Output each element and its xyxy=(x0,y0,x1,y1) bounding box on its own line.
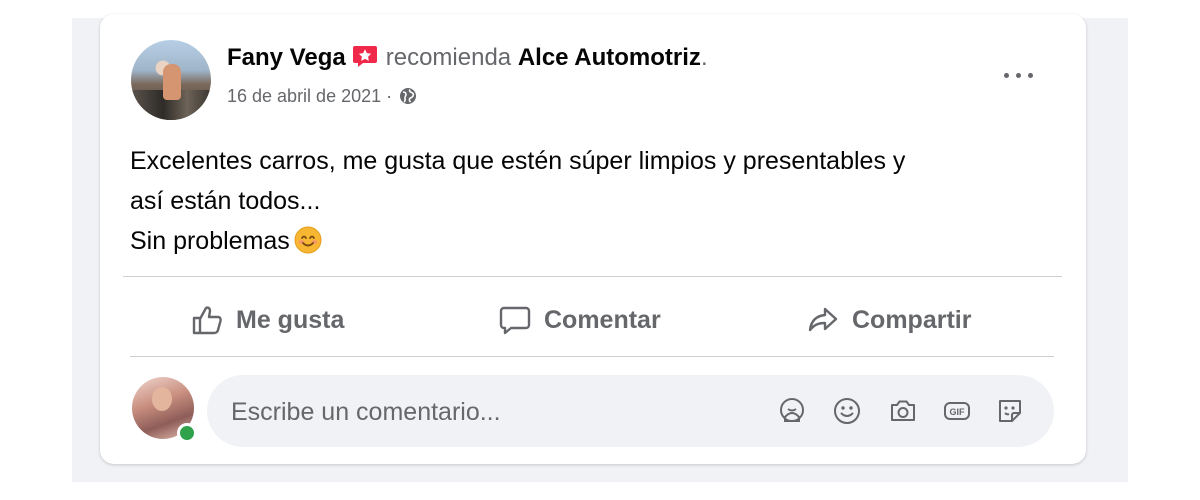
post-text-line: Excelentes carros, me gusta que estén sú… xyxy=(130,147,906,175)
divider-top xyxy=(123,276,1062,277)
avatar-sticker-icon[interactable] xyxy=(776,395,808,427)
comment-box[interactable]: GIF xyxy=(207,375,1054,449)
thumbs-up-icon xyxy=(192,306,222,335)
author-avatar[interactable] xyxy=(131,40,211,120)
svg-text:GIF: GIF xyxy=(950,407,966,417)
like-button[interactable]: Me gusta xyxy=(190,300,344,340)
comment-input[interactable] xyxy=(229,375,753,449)
post-meta: 16 de abril de 2021 · xyxy=(227,86,417,107)
recommendation-post-card: Fany Vega recomienda Alce Automotriz. 16 … xyxy=(100,14,1086,464)
divider-bottom xyxy=(130,356,1054,357)
meta-separator: · xyxy=(381,86,398,106)
more-options-button[interactable] xyxy=(995,60,1043,90)
post-header: Fany Vega recomienda Alce Automotriz. xyxy=(227,44,708,72)
share-button[interactable]: Compartir xyxy=(806,300,971,340)
post-text-line-last: Sin problemas xyxy=(130,221,1050,261)
emoji-icon[interactable] xyxy=(831,395,863,427)
gif-icon[interactable]: GIF xyxy=(941,395,973,427)
recommend-verb: recomienda xyxy=(385,44,512,71)
post-date[interactable]: 16 de abril de 2021 xyxy=(227,86,381,106)
post-text-line: Sin problemas xyxy=(130,227,290,255)
recommendation-star-icon xyxy=(352,44,378,68)
page-suffix: . xyxy=(700,44,708,71)
like-label: Me gusta xyxy=(236,305,345,334)
share-label: Compartir xyxy=(852,305,972,334)
post-text-line: así están todos... xyxy=(130,187,321,215)
page-name-link[interactable]: Alce Automotriz xyxy=(518,44,701,71)
comment-label: Comentar xyxy=(544,305,661,334)
camera-icon[interactable] xyxy=(887,395,919,427)
online-status-indicator xyxy=(177,423,197,443)
comment-bubble-icon xyxy=(499,306,531,335)
post-body: Excelentes carros, me gusta que estén sú… xyxy=(130,141,1050,261)
globe-icon[interactable] xyxy=(399,87,417,105)
comment-button[interactable]: Comentar xyxy=(498,300,661,340)
smiling-face-emoji xyxy=(294,226,322,254)
share-arrow-icon xyxy=(808,307,838,332)
author-name[interactable]: Fany Vega xyxy=(227,44,346,71)
sticker-icon[interactable] xyxy=(994,395,1026,427)
